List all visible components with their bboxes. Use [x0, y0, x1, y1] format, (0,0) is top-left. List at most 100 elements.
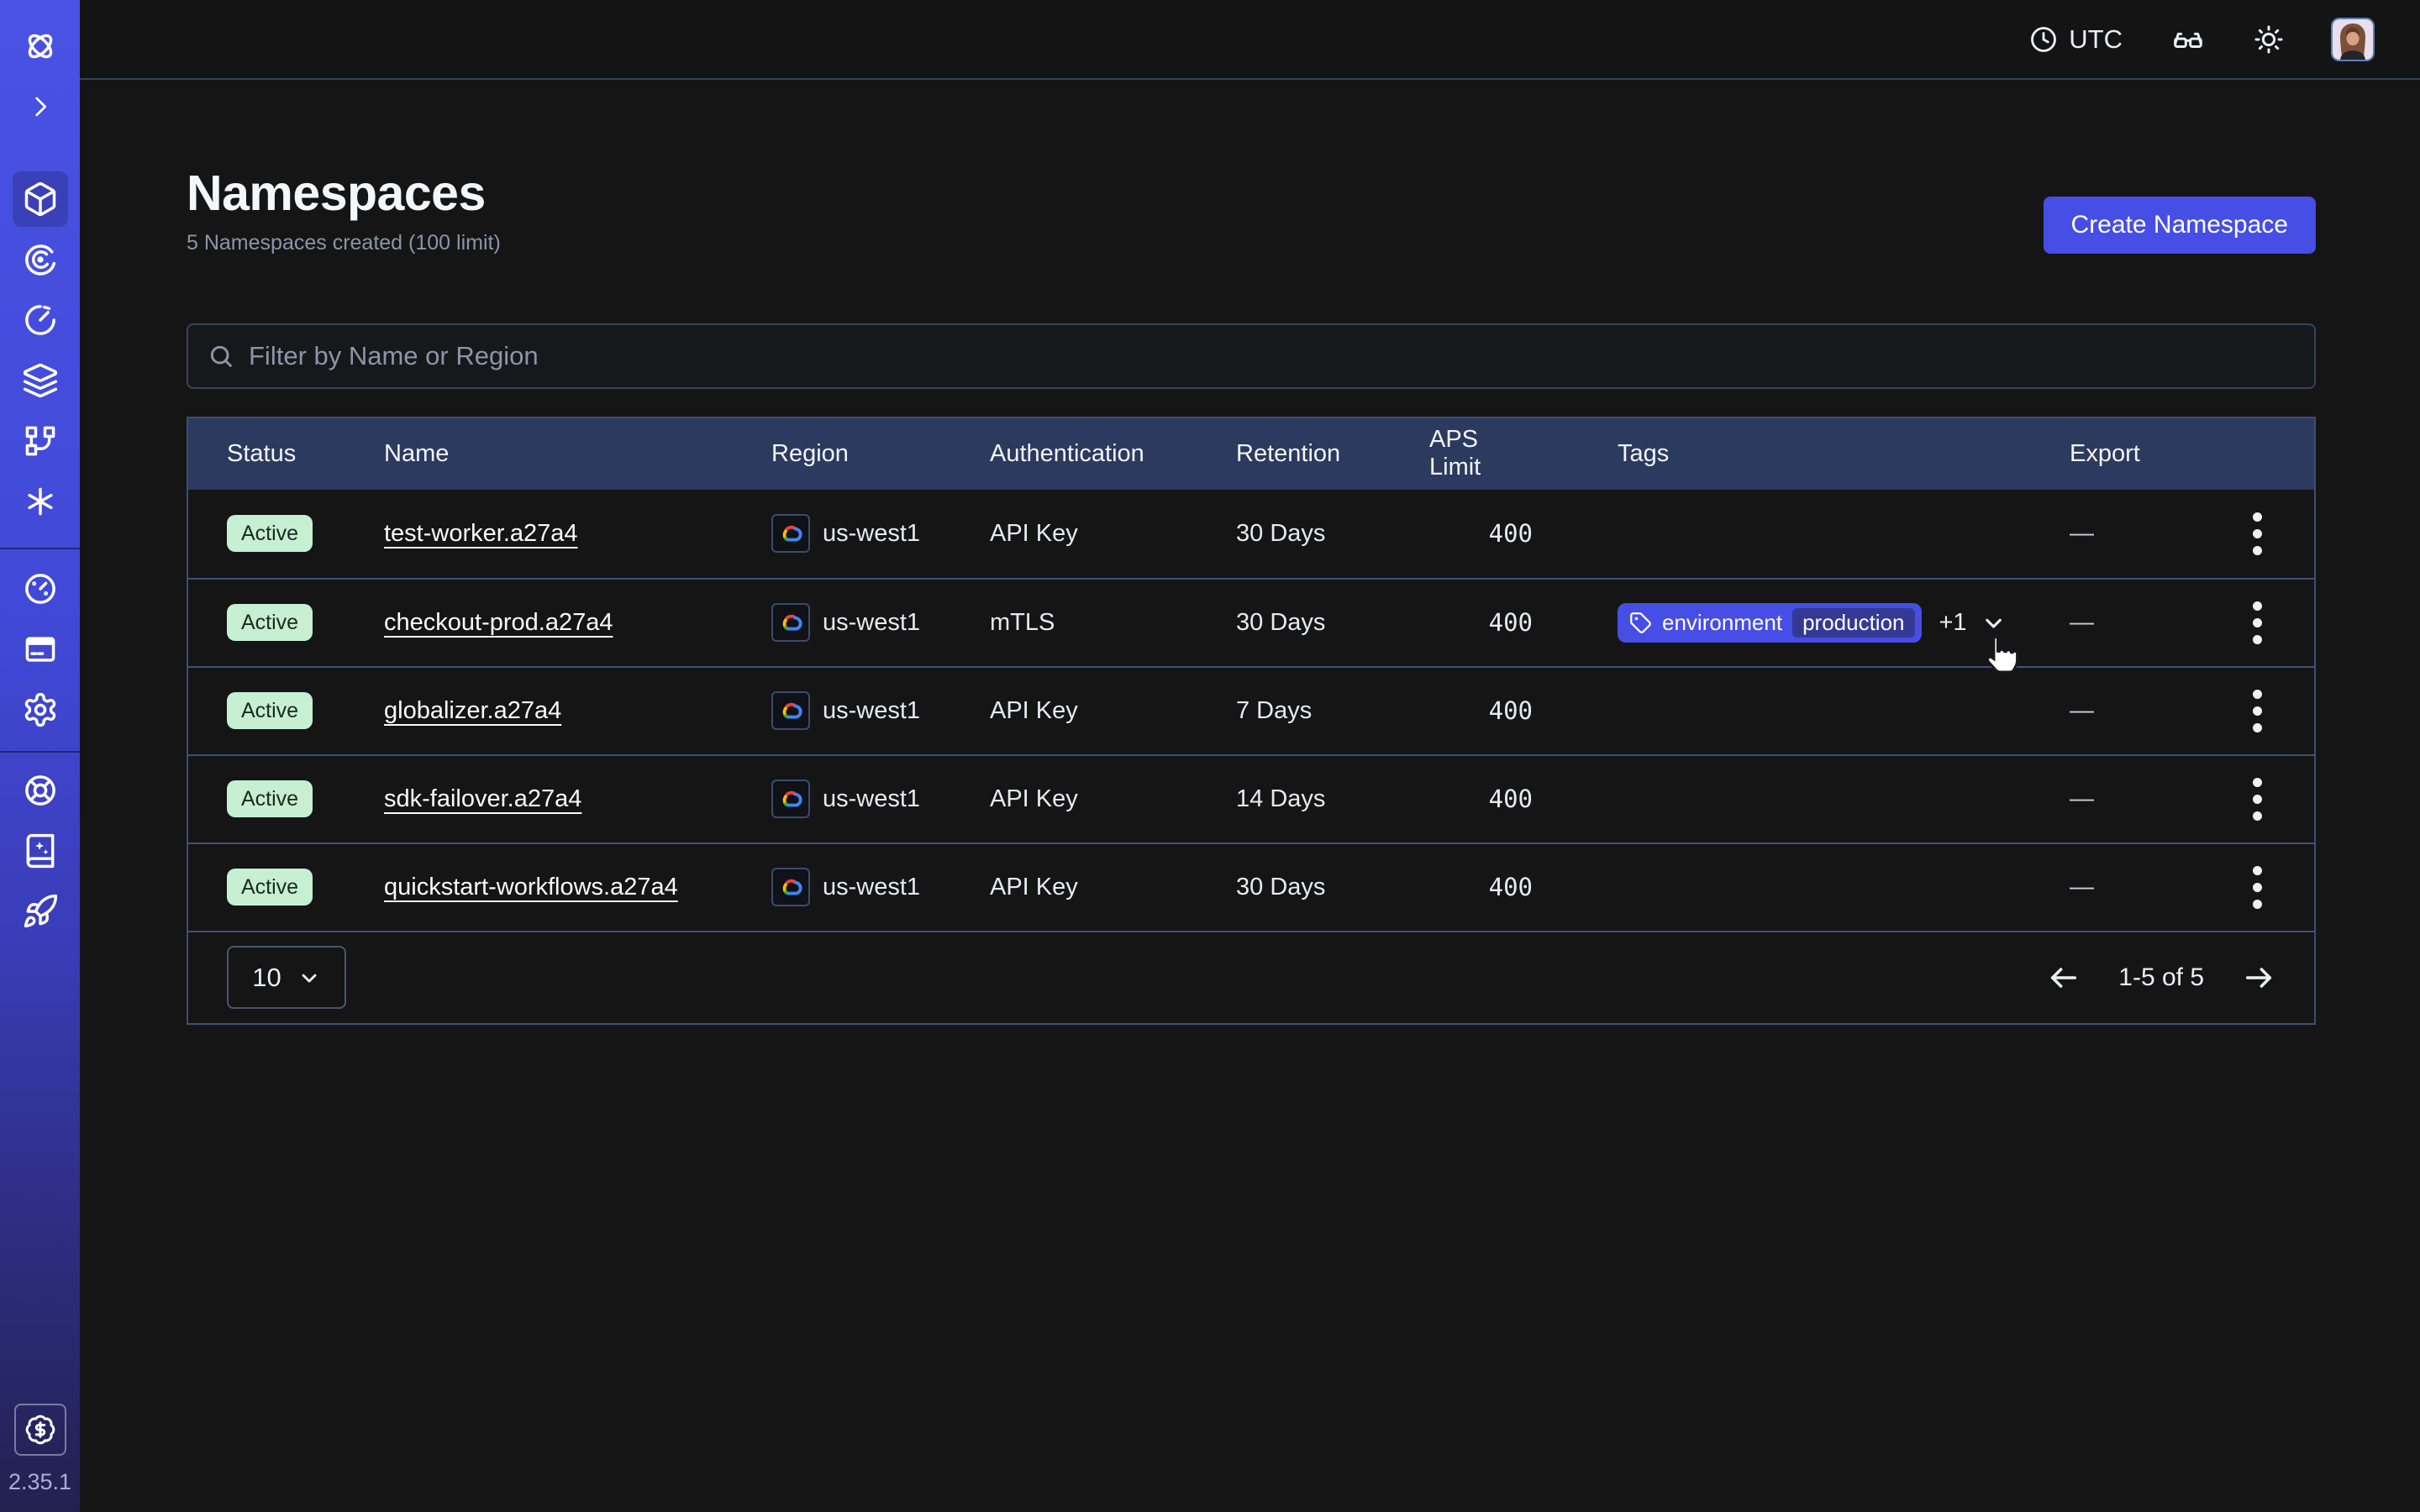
page-size-select[interactable]: 10: [227, 946, 346, 1009]
sidebar-item-nexus[interactable]: [13, 474, 68, 529]
status-badge: Active: [227, 515, 313, 552]
aps-value: 400: [1429, 608, 1533, 637]
col-tags: Tags: [1533, 440, 2070, 468]
page-title: Namespaces: [187, 166, 501, 221]
next-page-button[interactable]: [2242, 961, 2275, 995]
namespace-link[interactable]: quickstart-workflows.a27a4: [384, 874, 678, 901]
billing-card-icon: [22, 631, 59, 668]
col-region: Region: [771, 440, 990, 468]
sidebar-item-monitor[interactable]: [13, 232, 68, 287]
retention-value: 7 Days: [1236, 697, 1429, 725]
sidebar-divider: [0, 751, 80, 753]
region-label: us-west1: [823, 785, 920, 813]
auth-value: API Key: [990, 874, 1236, 901]
app-version: 2.35.1: [8, 1469, 71, 1495]
sidebar-item-support[interactable]: [13, 763, 68, 818]
chevron-right-icon: [26, 92, 55, 121]
glasses-icon: [2171, 23, 2205, 56]
table-row: Active globalizer.a27a4 us-west1 API Key…: [188, 666, 2314, 754]
export-value: —: [2070, 785, 2239, 813]
prev-page-button[interactable]: [2047, 961, 2081, 995]
export-value: —: [2070, 609, 2239, 637]
row-menu-button[interactable]: [2239, 861, 2275, 914]
user-avatar[interactable]: [2331, 18, 2375, 61]
col-auth: Authentication: [990, 440, 1236, 468]
lifebuoy-icon: [22, 772, 59, 809]
create-namespace-button[interactable]: Create Namespace: [2044, 197, 2316, 254]
theme-toggle-button[interactable]: [2252, 23, 2286, 56]
tags-expand-button[interactable]: [1981, 610, 2007, 636]
filter-input[interactable]: [249, 341, 2295, 371]
sidebar-item-get-started[interactable]: [13, 884, 68, 939]
sidebar-item-namespaces[interactable]: [13, 171, 68, 227]
gcp-region-icon: [771, 780, 810, 818]
col-name: Name: [384, 440, 771, 468]
status-badge: Active: [227, 604, 313, 641]
chevron-down-icon: [1981, 610, 2007, 636]
gcp-region-icon: [771, 691, 810, 730]
tag-badge[interactable]: environment production: [1618, 603, 1922, 643]
row-menu-button[interactable]: [2239, 685, 2275, 738]
status-badge: Active: [227, 692, 313, 729]
table-row: Active quickstart-workflows.a27a4 us-wes…: [188, 843, 2314, 931]
cube-icon: [22, 181, 59, 218]
row-menu-button[interactable]: [2239, 507, 2275, 560]
arrow-right-icon: [2242, 961, 2275, 995]
col-export: Export: [2070, 440, 2239, 468]
gear-icon: [22, 691, 59, 728]
auth-value: API Key: [990, 697, 1236, 725]
table-row: Active checkout-prod.a27a4 us-west1 mTLS…: [188, 578, 2314, 666]
region-label: us-west1: [823, 520, 920, 548]
sidebar-item-settings[interactable]: [13, 682, 68, 738]
book-sparkles-icon: [22, 832, 59, 869]
row-menu-button[interactable]: [2239, 773, 2275, 826]
auth-value: API Key: [990, 785, 1236, 813]
gcp-region-icon: [771, 603, 810, 642]
rocket-icon: [22, 893, 59, 930]
retention-value: 30 Days: [1236, 609, 1429, 637]
tag-value: production: [1792, 608, 1914, 638]
row-menu-button[interactable]: [2239, 596, 2275, 649]
namespace-link[interactable]: globalizer.a27a4: [384, 697, 561, 725]
aps-value: 400: [1429, 873, 1533, 901]
sidebar-item-billing[interactable]: [13, 622, 68, 677]
pagination-range: 1-5 of 5: [2118, 963, 2204, 992]
col-status: Status: [227, 440, 384, 468]
aps-value: 400: [1429, 696, 1533, 725]
timezone-selector[interactable]: UTC: [2028, 24, 2123, 55]
namespace-link[interactable]: test-worker.a27a4: [384, 520, 578, 548]
retention-value: 30 Days: [1236, 874, 1429, 901]
export-value: —: [2070, 520, 2239, 548]
export-value: —: [2070, 697, 2239, 725]
auth-value: mTLS: [990, 609, 1236, 637]
status-badge: Active: [227, 869, 313, 906]
gauge-icon: [22, 570, 59, 607]
layers-icon: [22, 362, 59, 399]
timer-icon: [22, 302, 59, 339]
auth-value: API Key: [990, 520, 1236, 548]
page-header: Namespaces 5 Namespaces created (100 lim…: [187, 166, 2316, 255]
sidebar-item-deployments[interactable]: [13, 413, 68, 469]
sidebar-item-pricing[interactable]: [14, 1404, 66, 1456]
pagination: 1-5 of 5: [2047, 961, 2275, 995]
main-content: Namespaces 5 Namespaces created (100 lim…: [80, 80, 2420, 1512]
gcp-region-icon: [771, 514, 810, 553]
sidebar-item-usage[interactable]: [13, 561, 68, 617]
retention-value: 30 Days: [1236, 520, 1429, 548]
labs-toggle-button[interactable]: [2171, 23, 2205, 56]
filter-box: [187, 323, 2316, 389]
branch-icon: [22, 423, 59, 459]
col-retention: Retention: [1236, 440, 1429, 468]
sidebar-item-schedules[interactable]: [13, 292, 68, 348]
temporal-logo[interactable]: [13, 18, 68, 74]
namespace-link[interactable]: checkout-prod.a27a4: [384, 609, 613, 637]
timezone-label: UTC: [2069, 24, 2123, 55]
sidebar-expand-button[interactable]: [13, 79, 68, 134]
arrow-left-icon: [2047, 961, 2081, 995]
gcp-region-icon: [771, 868, 810, 906]
chevron-down-icon: [297, 966, 321, 990]
namespace-link[interactable]: sdk-failover.a27a4: [384, 785, 581, 813]
sidebar-item-docs[interactable]: [13, 823, 68, 879]
aps-value: 400: [1429, 519, 1533, 548]
sidebar-item-batch[interactable]: [13, 353, 68, 408]
